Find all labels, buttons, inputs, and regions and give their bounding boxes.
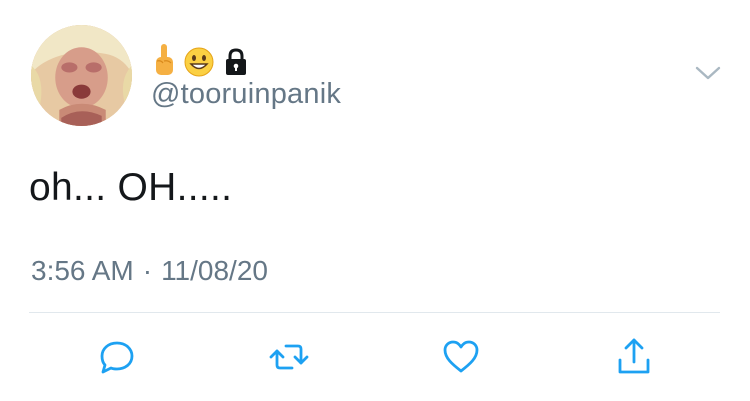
chevron-down-icon[interactable]	[693, 61, 723, 85]
share-icon	[613, 336, 655, 378]
user-handle[interactable]: @tooruinpanik	[151, 78, 341, 111]
tweet-time: 3:56 AM	[31, 255, 134, 286]
reply-button[interactable]	[96, 336, 138, 378]
lock-icon	[223, 47, 249, 77]
tweet-date: 11/08/20	[161, 255, 268, 286]
middle-finger-emoji-icon	[153, 43, 175, 77]
share-button[interactable]	[613, 336, 655, 378]
divider	[29, 312, 720, 313]
retweet-icon	[268, 336, 310, 378]
like-button[interactable]	[440, 336, 482, 378]
retweet-button[interactable]	[268, 336, 310, 378]
reply-icon	[96, 336, 138, 378]
timestamp-separator: ·	[142, 255, 153, 286]
tweet-timestamp[interactable]: 3:56 AM · 11/08/20	[31, 255, 268, 287]
tweet-text: oh... OH.....	[29, 166, 233, 209]
avatar[interactable]	[31, 25, 132, 126]
grinning-face-emoji-icon	[184, 47, 214, 77]
heart-icon	[440, 336, 482, 378]
display-name[interactable]	[153, 39, 249, 77]
